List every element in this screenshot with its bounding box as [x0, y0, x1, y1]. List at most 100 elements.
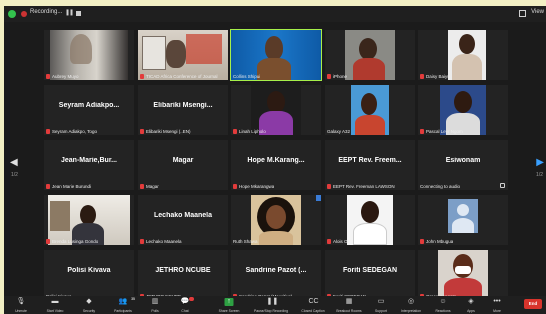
participants-button[interactable]: 👥 35 Participants: [108, 297, 138, 313]
participant-label: Galaxy A32: [327, 129, 351, 134]
participant-name: Sandrine Pazot (...: [245, 267, 307, 274]
participant-video: [50, 30, 128, 80]
participant-tile[interactable]: Aubrey Muyo: [44, 30, 134, 80]
meeting-toolbar: 🎙 Unmute ▬ Start Video ◆ Security 👥 35 P…: [4, 296, 546, 314]
mic-muted-icon: [327, 184, 331, 189]
participant-video: [231, 30, 321, 80]
participant-video: [351, 85, 389, 135]
start-video-button[interactable]: ▬ Start Video: [40, 297, 70, 313]
mic-muted-icon: [46, 184, 50, 189]
mic-muted-icon: [140, 129, 144, 134]
participant-name: Foriti SEDEGAN: [342, 267, 398, 274]
page-indicator-left: 1/2: [11, 172, 18, 178]
mic-muted-icon: [420, 129, 424, 134]
participant-tile[interactable]: EEPT Rev. Freem... EEPT Rev. Freeman LAW…: [325, 140, 415, 190]
participant-tile[interactable]: Elibariki Msengi... Elibariki Msengi (..…: [138, 85, 228, 135]
participant-label: TICAD Africa Conference of Journal: [146, 74, 218, 79]
participant-name: Seyram Adiakpo...: [58, 102, 120, 109]
recording-status: Recording...: [30, 9, 63, 15]
globe-icon: ◎: [407, 298, 415, 305]
previous-page-icon[interactable]: ◀: [10, 157, 18, 168]
share-screen-button[interactable]: ↑ Share Screen: [214, 297, 244, 313]
participant-name: Magar: [172, 157, 194, 164]
participant-tile[interactable]: Linah Lipholo: [231, 85, 321, 135]
participant-tile[interactable]: Hope M.Karang... Hope Mkarangwa: [231, 140, 321, 190]
breakout-rooms-icon: ▦: [345, 298, 353, 305]
participant-label: iPhone: [333, 74, 348, 79]
support-icon: ▭: [377, 298, 385, 305]
recording-dot-icon: [21, 11, 27, 17]
closed-caption-button[interactable]: CC Closed Caption: [298, 297, 328, 313]
participant-label: Daisy Baiyu: [426, 74, 450, 79]
participant-tile[interactable]: Ruth Shawa: [231, 195, 321, 245]
participant-tile[interactable]: Pascal Leyr Ngom: [418, 85, 508, 135]
mic-muted-icon: [327, 239, 331, 244]
participant-tile[interactable]: John Mbugua: [418, 195, 508, 245]
smiley-icon: ☺: [439, 298, 447, 305]
participant-name: Elibariki Msengi...: [153, 102, 213, 109]
participant-video: [438, 250, 488, 300]
participant-tile[interactable]: Alois Ol: [325, 195, 415, 245]
participant-name: Hope M.Karang...: [247, 157, 305, 164]
share-screen-icon: ↑: [224, 298, 234, 306]
participant-video: [251, 195, 301, 245]
audio-connecting-icon: [500, 183, 505, 188]
participant-tile[interactable]: Daisy Baiyu: [418, 30, 508, 80]
mic-muted-icon: [46, 74, 50, 79]
participant-tile[interactable]: Esiwonam Connecting to audio: [418, 140, 508, 190]
participant-label: Jean Marie Burundi: [52, 184, 92, 189]
participant-tile[interactable]: Lechako Maanela Lechako Maanela: [138, 195, 228, 245]
participant-label: Connecting to audio: [420, 184, 461, 189]
security-button[interactable]: ◆ Security: [74, 297, 104, 313]
pause-stop-recording-button[interactable]: ❚❚ Pause/Stop Recording: [254, 297, 288, 313]
participant-tile[interactable]: Seyram Adiakpo... Seyram Adiakpo, Togo: [44, 85, 134, 135]
participant-tile[interactable]: Polisi Kivava Polisi Kivava: [44, 250, 134, 300]
mic-muted-icon: [140, 184, 144, 189]
top-bar: Recording... ❚❚ View: [4, 6, 546, 22]
participant-label: EEPT Rev. Freeman LAWSON: [333, 184, 395, 189]
page-indicator-right: 1/2: [536, 172, 543, 178]
participants-count: 35: [131, 297, 135, 301]
participant-name: EEPT Rev. Freem...: [338, 157, 402, 164]
participant-label: Hope Mkarangwa: [239, 184, 275, 189]
participant-tile[interactable]: Jean-Marie,Bur... Jean Marie Burundi: [44, 140, 134, 190]
participant-label: Lechako Maanela: [146, 239, 182, 244]
mic-muted-icon: [420, 239, 424, 244]
polls-icon: ▥: [151, 298, 159, 305]
apps-icon: ◈: [468, 298, 474, 305]
participant-tile[interactable]: Magar Magar: [138, 140, 228, 190]
chat-button[interactable]: 💬 Chat: [170, 297, 200, 313]
participant-tile[interactable]: Foriti SEDEGAN Foriti SEDEGAN: [325, 250, 415, 300]
end-meeting-button[interactable]: End: [524, 299, 542, 309]
mic-muted-icon: [140, 74, 144, 79]
next-page-icon[interactable]: ▶: [536, 157, 544, 168]
participant-tile[interactable]: iPhone: [325, 30, 415, 80]
grid-view-icon[interactable]: [519, 10, 526, 17]
view-button[interactable]: View: [531, 9, 544, 15]
stop-recording-icon[interactable]: [76, 11, 81, 16]
interpretation-button[interactable]: ◎ Interpretation: [396, 297, 426, 313]
participant-tile[interactable]: Galaxy A32: [325, 85, 415, 135]
mic-muted-icon: [46, 239, 50, 244]
participant-tile[interactable]: TICAD Africa Conference of Journal: [138, 30, 228, 80]
participant-label: John Mbugua: [426, 239, 454, 244]
participant-label: Elibariki Msengi (..EN): [146, 129, 191, 134]
participant-label: Magar: [146, 184, 159, 189]
pause-recording-icon[interactable]: ❚❚: [65, 9, 74, 16]
shield-icon[interactable]: [8, 10, 16, 18]
mic-muted-icon: [327, 74, 331, 79]
more-button[interactable]: ••• More: [482, 297, 512, 313]
unmute-button[interactable]: 🎙 Unmute: [6, 297, 36, 313]
more-options-icon[interactable]: [316, 195, 321, 201]
participant-label: Collins Shipui: [233, 74, 261, 79]
zoom-window: Recording... ❚❚ View ◀ 1/2 ▶ 1/2 Aubrey …: [4, 6, 546, 314]
participant-label: Ruth Shawa: [233, 239, 258, 244]
participant-tile[interactable]: Grace Kangata: [418, 250, 508, 300]
participant-tile[interactable]: JETHRO NCUBE JETHRO NCUBE: [138, 250, 228, 300]
mic-muted-icon: [46, 129, 50, 134]
participant-tile[interactable]: Brenda Lusinga Gondo: [44, 195, 134, 245]
active-speaker-tile[interactable]: Collins Shipui: [230, 29, 322, 81]
participant-video: [448, 30, 486, 80]
breakout-rooms-button[interactable]: ▦ Breakout Rooms: [334, 297, 364, 313]
participant-tile[interactable]: Sandrine Pazot (... Sandrine Pazot (Maur…: [231, 250, 321, 300]
